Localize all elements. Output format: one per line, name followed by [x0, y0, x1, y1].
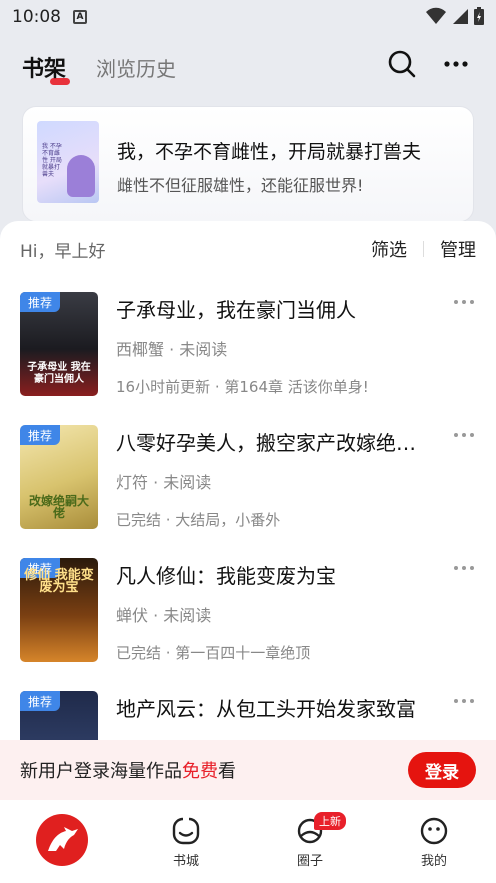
more-icon[interactable] — [444, 60, 468, 68]
action-divider — [423, 241, 424, 257]
book-cover-text: 改嫁绝嗣大佬 — [28, 494, 89, 520]
search-icon[interactable] — [388, 50, 416, 78]
nav-item-profile[interactable]: 我的 — [372, 800, 496, 869]
shelf-actions: 筛选 管理 — [371, 236, 476, 262]
login-button[interactable]: 登录 — [408, 752, 476, 788]
book-status: 16小时前更新 · 第164章 活该你单身! — [116, 378, 369, 396]
status-bar: 10:08 A — [0, 0, 496, 34]
status-indicators — [426, 7, 484, 25]
book-cover-text: 修仙 我能变废为宝 — [24, 568, 94, 595]
top-header: 书架 浏览历史 — [0, 40, 496, 94]
nav-item-bookstore[interactable]: 书城 — [124, 800, 248, 869]
new-badge: 上新 — [314, 812, 346, 830]
book-cover-text: 子承母业 我在豪门当佣人 — [27, 362, 91, 385]
book-cover: 推荐 子承母业 我在豪门当佣人 — [20, 292, 98, 396]
greeting-text: Hi，早上好 — [20, 241, 106, 262]
book-status: 已完结 · 第一百四十一章绝顶 — [116, 644, 311, 662]
book-title: 子承母业，我在豪门当佣人 — [116, 298, 356, 322]
nav-label-bookstore: 书城 — [172, 854, 199, 869]
login-prompt: 新用户登录海量作品免费看 — [20, 757, 236, 783]
book-item[interactable]: 推荐 修仙 我能变废为宝 凡人修仙：我能变废为宝 蝉伏 · 未阅读 已完结 · … — [0, 558, 496, 678]
promo-card[interactable]: 我 不孕不育雌性 开局就暴打兽夫 我，不孕不育雌性，开局就暴打兽夫 雌性不但征服… — [22, 106, 474, 222]
promo-cover-text: 我 不孕不育雌性 开局就暴打兽夫 — [42, 143, 62, 178]
header-actions — [388, 50, 468, 78]
book-more-icon[interactable] — [454, 433, 474, 437]
promo-cover-image: 我 不孕不育雌性 开局就暴打兽夫 — [37, 121, 99, 203]
promo-text: 我，不孕不育雌性，开局就暴打兽夫 雌性不但征服雄性，还能征服世界! — [117, 137, 421, 196]
book-item[interactable]: 推荐 改嫁绝嗣大佬 八零好孕美人，搬空家产改嫁绝嗣大佬 灯符 · 未阅读 已完结… — [0, 425, 496, 545]
book-item[interactable]: 推荐 子承母业 我在豪门当佣人 子承母业，我在豪门当佣人 西椰蟹 · 未阅读 1… — [0, 292, 496, 412]
book-cover: 推荐 修仙 我能变废为宝 — [20, 558, 98, 662]
login-banner: 新用户登录海量作品免费看 登录 — [0, 740, 496, 800]
book-title: 地产风云：从包工头开始发家致富 — [116, 697, 416, 721]
promo-subtitle: 雌性不但征服雄性，还能征服世界! — [117, 176, 364, 195]
tab-bookshelf-label: 书架 — [22, 57, 67, 82]
recommend-badge: 推荐 — [20, 425, 60, 445]
app-logo-icon — [36, 814, 88, 866]
notification-icon: A — [73, 10, 87, 24]
book-more-icon[interactable] — [454, 566, 474, 570]
bookshelf-panel: Hi，早上好 筛选 管理 推荐 子承母业 我在豪门当佣人 子承母业，我在豪门当佣… — [0, 221, 496, 801]
tab-bookshelf[interactable]: 书架 — [22, 51, 70, 85]
book-meta: 蝉伏 · 未阅读 — [116, 606, 212, 625]
recommend-badge: 推荐 — [20, 292, 60, 312]
recommend-badge: 推荐 — [20, 691, 60, 711]
tab-browse-history[interactable]: 浏览历史 — [96, 53, 176, 82]
battery-icon — [474, 7, 484, 25]
nav-label-profile: 我的 — [420, 854, 447, 869]
nav-label-circle: 圈子 — [296, 854, 323, 869]
wifi-icon — [426, 7, 446, 24]
nav-item-home[interactable] — [0, 800, 124, 866]
signal-icon — [453, 9, 468, 24]
filter-button[interactable]: 筛选 — [371, 236, 407, 262]
book-meta: 灯符 · 未阅读 — [116, 473, 212, 492]
book-more-icon[interactable] — [454, 300, 474, 304]
book-meta: 西椰蟹 · 未阅读 — [116, 340, 228, 359]
greeting-row: Hi，早上好 筛选 管理 — [0, 221, 496, 277]
login-prompt-suffix: 看 — [218, 761, 236, 782]
promo-title: 我，不孕不育雌性，开局就暴打兽夫 — [117, 141, 422, 163]
book-title: 八零好孕美人，搬空家产改嫁绝嗣大佬 — [116, 431, 426, 455]
nav-item-circle[interactable]: 上新 圈子 — [248, 800, 372, 869]
book-more-icon[interactable] — [454, 699, 474, 703]
login-prompt-text: 新用户登录海量作品 — [20, 761, 182, 782]
book-cover: 推荐 改嫁绝嗣大佬 — [20, 425, 98, 529]
profile-icon — [420, 817, 448, 845]
manage-button[interactable]: 管理 — [440, 236, 476, 262]
status-time: 10:08 — [12, 7, 61, 27]
bottom-nav: 书城 上新 圈子 我的 — [0, 800, 496, 883]
book-status: 已完结 · 大结局，小番外 — [116, 511, 281, 529]
promo-cover-figure — [67, 155, 95, 197]
book-title: 凡人修仙：我能变废为宝 — [116, 564, 336, 588]
login-free-highlight: 免费 — [182, 761, 218, 782]
bookstore-icon — [172, 817, 200, 845]
